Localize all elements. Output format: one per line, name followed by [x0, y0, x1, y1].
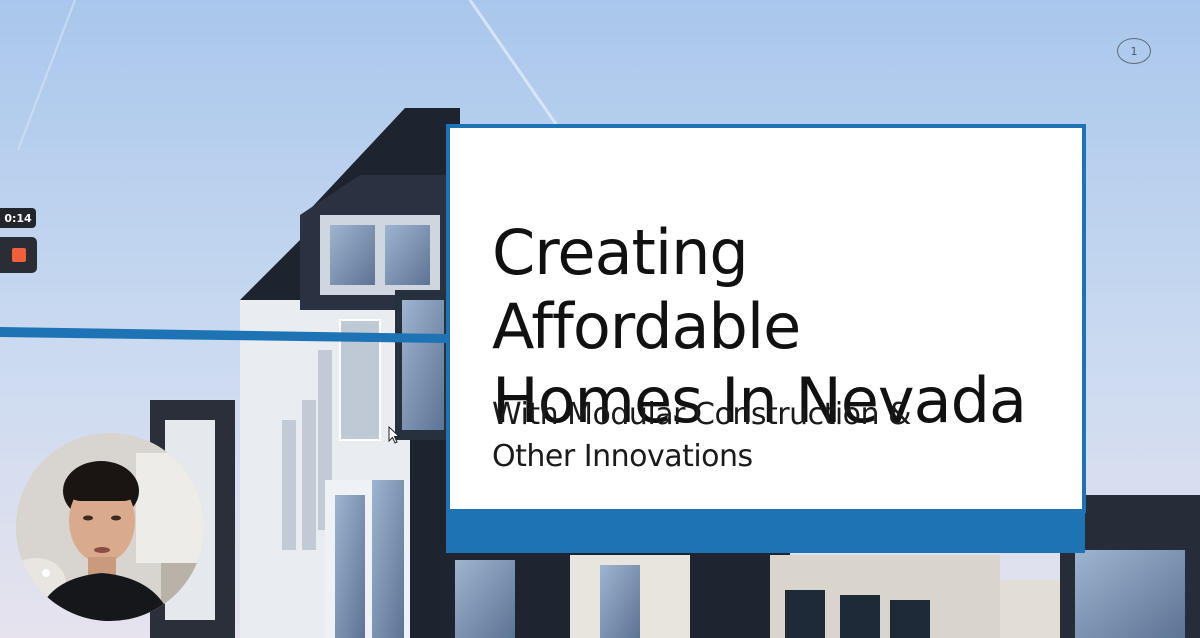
recording-timer: 0:14 — [0, 208, 36, 228]
mouse-cursor-icon — [388, 426, 400, 444]
title-card-accent-band — [446, 506, 1085, 553]
presenter-video-feed — [16, 433, 204, 621]
webcam-bubble[interactable] — [16, 433, 204, 621]
stop-square-icon — [11, 248, 26, 262]
slide-number-badge: 1 — [1117, 38, 1151, 64]
stop-recording-button[interactable] — [0, 237, 37, 273]
title-card: Creating Affordable Homes In Nevada With… — [446, 124, 1086, 513]
slide-subtitle: With Modular Construction & Other Innova… — [492, 397, 911, 474]
